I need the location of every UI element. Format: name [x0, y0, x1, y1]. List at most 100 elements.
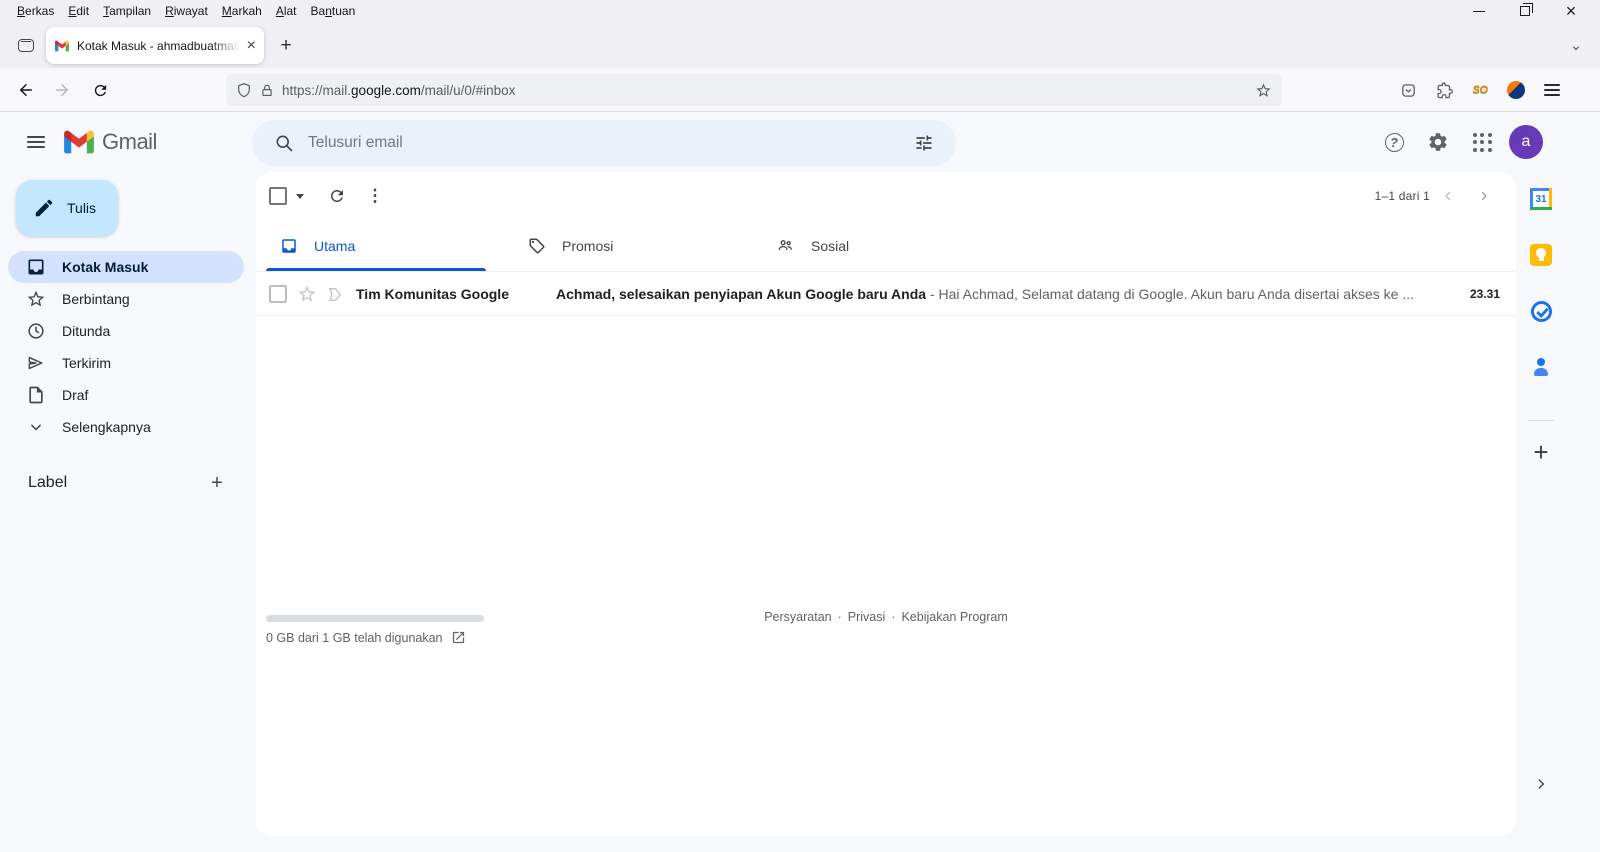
sidebar-item-snoozed[interactable]: Ditunda [8, 315, 244, 347]
gmail-logo-icon [62, 125, 96, 159]
app-menu-button[interactable] [1536, 74, 1568, 106]
gmail-hamburger-icon [27, 136, 45, 148]
tab-primary[interactable]: Utama [264, 220, 512, 271]
contacts-button[interactable] [1525, 351, 1557, 383]
firefox-view-icon [18, 39, 34, 52]
menu-bantuan[interactable]: Bantuan [304, 2, 363, 20]
create-label-button[interactable] [205, 471, 229, 495]
calendar-button[interactable]: 31 [1525, 183, 1557, 215]
side-panel-rail: 31 [1516, 172, 1600, 836]
search-button[interactable] [264, 123, 304, 163]
older-page-button[interactable] [1466, 178, 1502, 214]
sidebar-item-sent[interactable]: Terkirim [8, 347, 244, 379]
footer-link-privacy[interactable]: Privasi [848, 610, 886, 624]
refresh-button[interactable] [318, 177, 356, 215]
close-button[interactable] [1556, 1, 1586, 21]
mail-list-card: 1–1 dari 1 Utama Promosi [256, 172, 1516, 836]
browser-menubar: Berkas Edit Tampilan Riwayat Markah Alat… [0, 0, 1600, 22]
send-icon [26, 353, 46, 373]
clock-icon [26, 321, 46, 341]
pocket-save-button[interactable] [1392, 74, 1424, 106]
extension-so-button[interactable]: SO [1464, 74, 1496, 106]
firefox-window: Berkas Edit Tampilan Riwayat Markah Alat… [0, 0, 1600, 852]
avatar: a [1509, 125, 1543, 159]
hamburger-icon [1544, 84, 1560, 96]
bookmark-star-icon[interactable] [1255, 82, 1272, 99]
tab-close-icon[interactable] [247, 37, 256, 55]
reload-button[interactable] [84, 74, 116, 106]
chevron-right-icon [1534, 777, 1548, 791]
mail-list-toolbar: 1–1 dari 1 [256, 172, 1516, 220]
compose-button[interactable]: Tulis [16, 180, 118, 236]
select-dropdown-icon[interactable] [296, 194, 304, 199]
pocket-icon [1400, 82, 1417, 99]
rail-divider [1528, 420, 1554, 421]
newer-page-button[interactable] [1430, 178, 1466, 214]
firefox-view-button[interactable] [12, 31, 40, 59]
star-icon[interactable] [297, 284, 317, 304]
hide-side-panel-button[interactable] [1529, 772, 1553, 796]
calendar-icon: 31 [1530, 188, 1552, 210]
extension-ball-icon [1507, 81, 1525, 99]
category-tabs: Utama Promosi Sosial [256, 220, 1516, 272]
email-time: 23.31 [1470, 287, 1500, 301]
restore-icon [1520, 6, 1530, 16]
tab-social[interactable]: Sosial [760, 220, 1008, 271]
back-button[interactable] [10, 74, 42, 106]
window-controls [1464, 0, 1586, 22]
gmail-main-menu-button[interactable] [14, 120, 58, 164]
select-all-checkbox[interactable] [269, 187, 287, 205]
footer-link-program-policies[interactable]: Kebijakan Program [901, 610, 1007, 624]
url-text[interactable]: https://mail.google.com/mail/u/0/#inbox [282, 83, 515, 98]
importance-marker-icon[interactable] [327, 285, 344, 304]
menu-markah[interactable]: Markah [215, 2, 269, 20]
search-input[interactable] [308, 134, 900, 152]
restore-button[interactable] [1510, 1, 1540, 21]
sidebar-item-drafts[interactable]: Draf [8, 379, 244, 411]
sidebar-item-inbox[interactable]: Kotak Masuk [8, 251, 244, 283]
new-tab-button[interactable] [272, 32, 300, 60]
menu-berkas[interactable]: Berkas [10, 2, 61, 20]
email-row[interactable]: Tim Komunitas Google Achmad, selesaikan … [256, 273, 1516, 316]
forward-button[interactable] [46, 74, 78, 106]
gear-icon [1427, 131, 1449, 153]
tab-promotions[interactable]: Promosi [512, 220, 760, 271]
footer-links: Persyaratan·Privasi·Kebijakan Program [256, 610, 1516, 624]
browser-tab[interactable]: Kotak Masuk - ahmadbuatmail [46, 27, 264, 64]
search-options-button[interactable] [904, 123, 944, 163]
pagination-text: 1–1 dari 1 [1375, 189, 1430, 203]
menu-riwayat[interactable]: Riwayat [158, 2, 215, 20]
email-checkbox[interactable] [269, 285, 287, 303]
chevron-down-icon [26, 417, 46, 437]
sidebar-item-more[interactable]: Selengkapnya [8, 411, 244, 443]
back-icon [17, 81, 35, 99]
google-apps-button[interactable] [1462, 122, 1502, 162]
menu-edit[interactable]: Edit [61, 2, 96, 20]
support-button[interactable] [1374, 122, 1414, 162]
minimize-icon [1473, 11, 1485, 12]
minimize-button[interactable] [1464, 1, 1494, 21]
inbox-icon [280, 237, 298, 255]
storage-usage: 0 GB dari 1 GB telah digunakan [266, 630, 466, 645]
email-sender: Tim Komunitas Google [356, 286, 546, 302]
footer-link-terms[interactable]: Persyaratan [764, 610, 831, 624]
pencil-icon [33, 197, 55, 219]
settings-button[interactable] [1418, 122, 1458, 162]
get-addons-button[interactable] [1525, 436, 1557, 468]
menu-alat[interactable]: Alat [269, 2, 304, 20]
keep-button[interactable] [1525, 239, 1557, 271]
extensions-button[interactable] [1428, 74, 1460, 106]
list-all-tabs-button[interactable] [1564, 36, 1588, 56]
gmail-header-actions: a [1374, 122, 1546, 162]
star-icon [26, 289, 46, 309]
shield-icon[interactable] [236, 82, 252, 98]
url-bar[interactable]: https://mail.google.com/mail/u/0/#inbox [226, 74, 1282, 106]
external-link-icon[interactable] [451, 630, 466, 645]
extension-ball-button[interactable] [1500, 74, 1532, 106]
tasks-button[interactable] [1525, 295, 1557, 327]
chevron-left-icon [1441, 189, 1455, 203]
sidebar-item-starred[interactable]: Berbintang [8, 283, 244, 315]
more-options-button[interactable] [356, 177, 394, 215]
account-button[interactable]: a [1506, 122, 1546, 162]
menu-tampilan[interactable]: Tampilan [96, 2, 158, 20]
